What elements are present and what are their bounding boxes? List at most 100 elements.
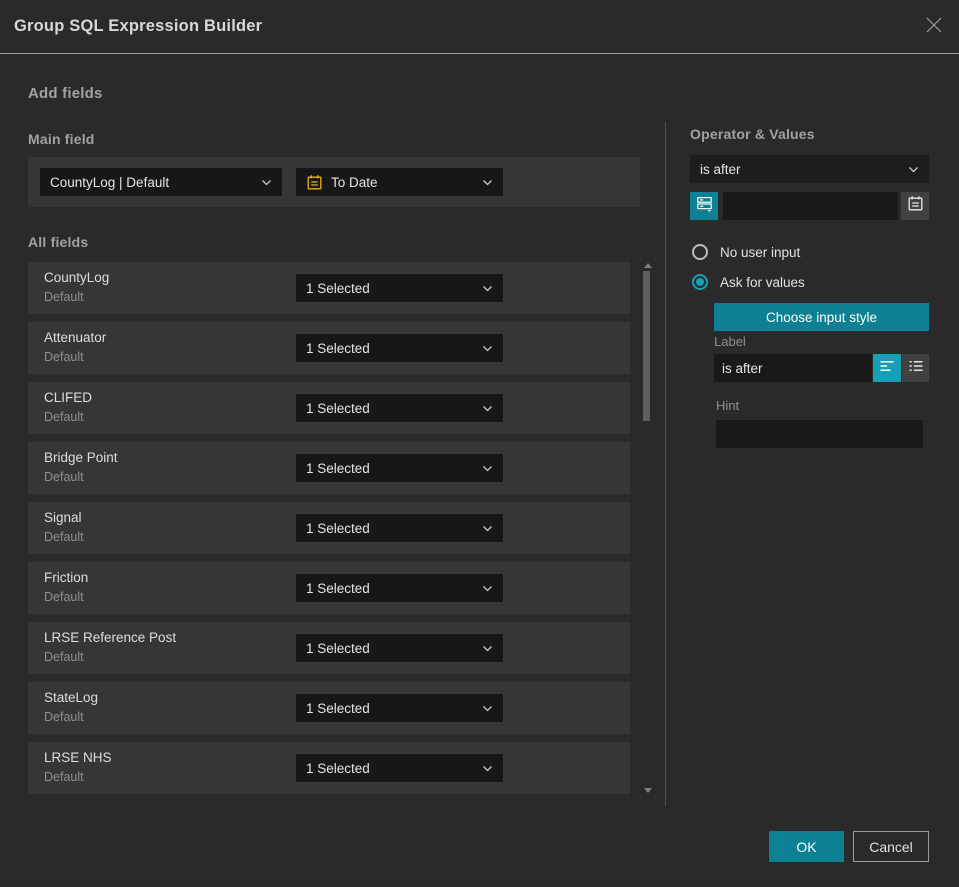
title-bar: Group SQL Expression Builder [0,0,959,54]
field-row: Friction Default 1 Selected [28,562,630,614]
scrollbar-up-arrow-icon[interactable] [644,263,652,268]
field-row: LRSE NHS Default 1 Selected [28,742,630,794]
radio-unchecked-icon [692,244,708,260]
selected-count-label: 1 Selected [306,700,370,716]
field-selected-dropdown[interactable]: 1 Selected [296,394,503,422]
field-row: Attenuator Default 1 Selected [28,322,630,374]
chevron-down-icon [483,179,492,185]
chevron-down-icon [483,585,492,591]
radio-checked-icon [692,274,708,290]
field-name: LRSE Reference Post [44,630,177,645]
main-field-label: Main field [28,131,95,147]
dialog-title: Group SQL Expression Builder [14,17,263,35]
chevron-down-icon [483,285,492,291]
operator-dropdown[interactable]: is after [690,155,929,183]
chevron-down-icon [483,705,492,711]
text-input-style-button[interactable] [873,354,901,382]
label-field-label: Label [714,334,746,349]
field-default-label: Default [44,710,84,724]
selected-count-label: 1 Selected [306,460,370,476]
value-list-icon [696,195,713,217]
selected-count-label: 1 Selected [306,280,370,296]
close-button[interactable] [921,14,947,40]
date-picker-button[interactable] [901,192,929,220]
selected-count-label: 1 Selected [306,760,370,776]
field-selected-dropdown[interactable]: 1 Selected [296,514,503,542]
panel-divider [665,122,666,806]
field-default-label: Default [44,650,84,664]
all-fields-list: CountyLog Default 1 Selected Attenuator … [28,262,630,802]
label-input[interactable] [714,354,872,382]
field-selected-dropdown[interactable]: 1 Selected [296,334,503,362]
radio-no-user-input[interactable]: No user input [692,244,800,260]
date-type-dropdown-value: To Date [331,174,378,190]
operator-values-heading: Operator & Values [690,126,815,142]
chevron-down-icon [483,465,492,471]
chevron-down-icon [483,765,492,771]
hint-input[interactable] [716,420,923,448]
choose-input-style-button[interactable]: Choose input style [714,303,929,331]
field-selected-dropdown[interactable]: 1 Selected [296,694,503,722]
field-default-label: Default [44,290,84,304]
add-fields-heading: Add fields [28,85,103,102]
all-fields-label: All fields [28,234,89,250]
radio-no-user-input-label: No user input [720,244,801,260]
list-input-style-button[interactable] [902,354,929,382]
unique-values-button[interactable] [690,192,718,220]
scrollbar-down-arrow-icon[interactable] [644,788,652,793]
value-input[interactable] [723,192,898,220]
chevron-down-icon [483,405,492,411]
radio-ask-for-values[interactable]: Ask for values [692,274,805,290]
field-name: StateLog [44,690,99,705]
selected-count-label: 1 Selected [306,580,370,596]
close-icon [925,16,943,39]
field-default-label: Default [44,350,84,364]
scrollbar-thumb[interactable] [643,271,650,421]
align-left-icon [879,359,895,378]
calendar-icon [907,195,924,217]
field-selected-dropdown[interactable]: 1 Selected [296,754,503,782]
field-name: LRSE NHS [44,750,112,765]
field-selected-dropdown[interactable]: 1 Selected [296,574,503,602]
chevron-down-icon [483,345,492,351]
selected-count-label: 1 Selected [306,340,370,356]
field-default-label: Default [44,590,84,604]
field-name: CountyLog [44,270,110,285]
cancel-button[interactable]: Cancel [853,831,929,862]
calendar-icon [306,174,323,191]
fields-list-scrollbar[interactable] [641,262,653,794]
field-row: Bridge Point Default 1 Selected [28,442,630,494]
field-default-label: Default [44,770,84,784]
chevron-down-icon [483,645,492,651]
field-name: CLIFED [44,390,93,405]
main-field-dropdown[interactable]: CountyLog | Default [40,168,282,196]
field-selected-dropdown[interactable]: 1 Selected [296,454,503,482]
operator-dropdown-value: is after [700,161,741,177]
selected-count-label: 1 Selected [306,520,370,536]
field-name: Bridge Point [44,450,118,465]
chevron-down-icon [909,166,918,172]
chevron-down-icon [262,179,271,185]
field-default-label: Default [44,470,84,484]
selected-count-label: 1 Selected [306,400,370,416]
field-selected-dropdown[interactable]: 1 Selected [296,634,503,662]
radio-ask-for-values-label: Ask for values [720,274,805,290]
field-default-label: Default [44,530,84,544]
field-name: Attenuator [44,330,107,345]
field-row: StateLog Default 1 Selected [28,682,630,734]
group-sql-expression-builder-dialog: Group SQL Expression Builder Add fields … [0,0,959,887]
bulleted-list-icon [908,359,924,378]
date-type-dropdown[interactable]: To Date [296,168,503,196]
ok-button[interactable]: OK [769,831,844,862]
field-name: Friction [44,570,89,585]
chevron-down-icon [483,525,492,531]
field-name: Signal [44,510,82,525]
field-row: LRSE Reference Post Default 1 Selected [28,622,630,674]
hint-field-label: Hint [716,398,740,413]
field-default-label: Default [44,410,84,424]
field-row: Signal Default 1 Selected [28,502,630,554]
field-row: CLIFED Default 1 Selected [28,382,630,434]
main-field-panel: CountyLog | Default To Date [28,157,640,207]
field-selected-dropdown[interactable]: 1 Selected [296,274,503,302]
main-field-dropdown-value: CountyLog | Default [50,174,170,190]
